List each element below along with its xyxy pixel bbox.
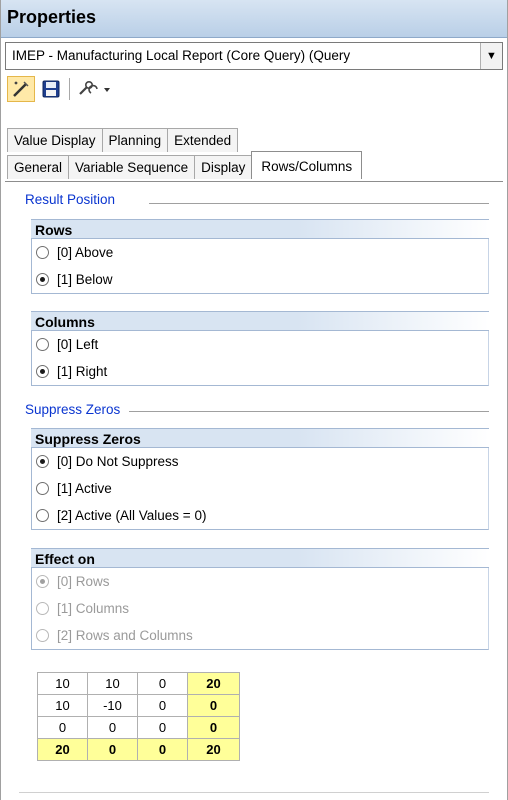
columns-group: Columns [0] Left [1] Right	[31, 311, 489, 386]
rows-option-below[interactable]: [1] Below	[32, 266, 488, 293]
suppress-zeros-group: Suppress Zeros [0] Do Not Suppress [1] A…	[31, 428, 489, 530]
table-cell-result: 0	[187, 694, 240, 717]
chevron-down-icon[interactable]: ▼	[480, 43, 502, 69]
toolbar	[5, 74, 503, 104]
table-cell: -10	[87, 694, 138, 717]
tab-row-1: Value Display Planning Extended	[7, 128, 239, 152]
effect-option-rows: [0] Rows	[32, 568, 488, 595]
radio-button-selected-disabled	[36, 575, 49, 588]
table-cell-result: 20	[187, 672, 240, 695]
suppress-zeros-group-title: Suppress Zeros	[31, 428, 489, 448]
tab-variable-sequence[interactable]: Variable Sequence	[68, 155, 196, 179]
effect-on-group-title: Effect on	[31, 548, 489, 568]
section-result-position: Result Position	[25, 192, 116, 207]
effect-option-rows-and-columns: [2] Rows and Columns	[32, 622, 488, 649]
properties-panel: Properties IMEP - Manufacturing Local Re…	[0, 0, 508, 800]
table-row: 10 -10 0 0	[37, 694, 240, 717]
effect-option-columns: [1] Columns	[32, 595, 488, 622]
columns-group-title: Columns	[31, 311, 489, 331]
table-cell: 0	[87, 716, 138, 739]
tab-rows-columns[interactable]: Rows/Columns	[251, 151, 363, 179]
effect-on-group: Effect on [0] Rows [1] Columns [2] Rows …	[31, 548, 489, 650]
table-row: 0 0 0 0	[37, 716, 240, 739]
suppress-option-active[interactable]: [1] Active	[32, 475, 488, 502]
query-select[interactable]: IMEP - Manufacturing Local Report (Core …	[5, 42, 503, 70]
example-result-table: 10 10 0 20 10 -10 0 0 0 0 0 0 20 0 0 20	[37, 672, 240, 761]
table-cell-result: 0	[87, 738, 138, 761]
suppress-option-do-not-suppress[interactable]: [0] Do Not Suppress	[32, 448, 488, 475]
radio-button[interactable]	[36, 482, 49, 495]
rows-option-above[interactable]: [0] Above	[32, 239, 488, 266]
save-button[interactable]	[37, 76, 65, 102]
magic-wand-icon	[13, 81, 29, 97]
table-row: 20 0 0 20	[37, 738, 240, 761]
tab-extended[interactable]: Extended	[167, 128, 239, 152]
radio-button-selected[interactable]	[36, 365, 49, 378]
table-cell: 0	[137, 716, 188, 739]
table-cell-result: 20	[37, 738, 88, 761]
radio-button-disabled	[36, 602, 49, 615]
table-cell-result: 0	[187, 716, 240, 739]
radio-button-disabled	[36, 629, 49, 642]
table-cell: 0	[137, 672, 188, 695]
magic-wand-button[interactable]	[7, 76, 35, 102]
columns-option-left[interactable]: [0] Left	[32, 331, 488, 358]
radio-button[interactable]	[36, 509, 49, 522]
section-suppress-zeros: Suppress Zeros	[25, 402, 121, 417]
radio-button[interactable]	[36, 246, 49, 259]
table-row: 10 10 0 20	[37, 672, 240, 695]
table-cell-result: 20	[187, 738, 240, 761]
table-cell: 0	[37, 716, 88, 739]
radio-button-selected[interactable]	[36, 455, 49, 468]
table-cell: 0	[137, 694, 188, 717]
tab-row-2: General Variable Sequence Display Rows/C…	[7, 151, 363, 179]
tab-general[interactable]: General	[7, 155, 70, 179]
save-icon	[42, 80, 60, 98]
columns-option-right[interactable]: [1] Right	[32, 358, 488, 385]
tab-display[interactable]: Display	[194, 155, 253, 179]
tab-planning[interactable]: Planning	[101, 128, 169, 152]
tools-dropdown-icon	[79, 80, 110, 95]
tab-value-display[interactable]: Value Display	[7, 128, 103, 152]
rows-group: Rows [0] Above [1] Below	[31, 219, 489, 294]
radio-button[interactable]	[36, 338, 49, 351]
table-cell: 10	[87, 672, 138, 695]
table-cell: 10	[37, 694, 88, 717]
table-cell: 10	[37, 672, 88, 695]
title-bar: Properties	[1, 0, 507, 38]
radio-button-selected[interactable]	[36, 273, 49, 286]
query-select-value: IMEP - Manufacturing Local Report (Core …	[12, 48, 351, 63]
table-cell-result: 0	[137, 738, 188, 761]
tools-dropdown-button[interactable]	[75, 76, 115, 102]
rows-group-title: Rows	[31, 219, 489, 239]
panel-title: Properties	[7, 7, 97, 27]
suppress-option-active-all-zero[interactable]: [2] Active (All Values = 0)	[32, 502, 488, 529]
